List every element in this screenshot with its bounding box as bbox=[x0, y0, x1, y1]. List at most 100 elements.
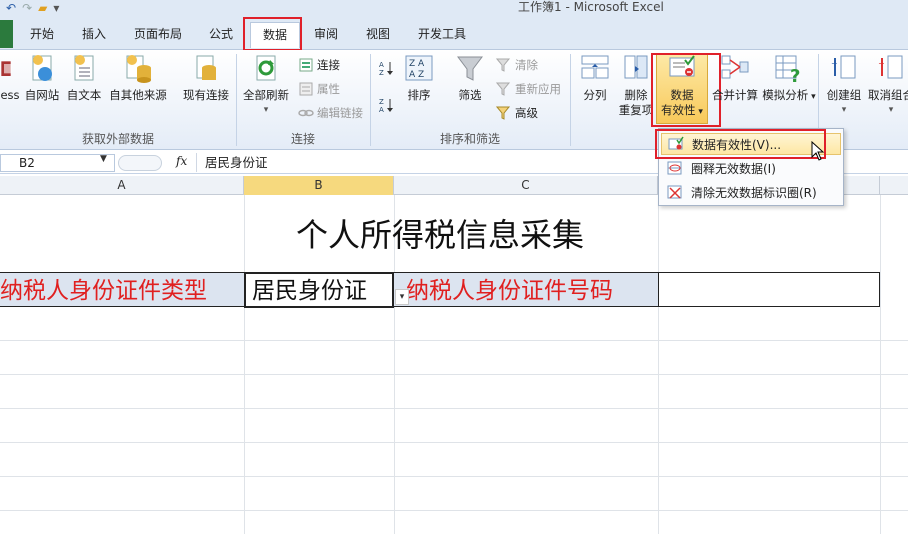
sort-label: 排序 bbox=[407, 88, 431, 102]
text-to-columns-button[interactable]: 分列 bbox=[576, 52, 614, 103]
tab-formulas[interactable]: 公式 bbox=[198, 22, 244, 48]
existing-connections-label: 现有连接 bbox=[183, 88, 229, 102]
grid-line bbox=[0, 510, 908, 511]
tab-developer[interactable]: 开发工具 bbox=[408, 22, 476, 48]
title-bar bbox=[0, 0, 908, 16]
consolidate-icon bbox=[721, 55, 749, 79]
group-label-connections: 连接 bbox=[290, 132, 315, 146]
access-button[interactable]: ess bbox=[0, 52, 20, 103]
grid-line bbox=[0, 408, 908, 409]
formula-input[interactable]: 居民身份证 bbox=[196, 153, 656, 172]
clear-funnel-icon bbox=[496, 58, 511, 72]
filter-label: 筛选 bbox=[458, 88, 482, 102]
file-tab[interactable] bbox=[0, 20, 13, 48]
column-header-b[interactable]: B bbox=[244, 176, 394, 195]
remove-duplicates-icon bbox=[624, 55, 648, 79]
insert-function-icon[interactable]: fx bbox=[176, 154, 187, 168]
sort-button[interactable]: Z AA Z 排序 bbox=[402, 52, 436, 103]
remove-dup-label-1: 删除 bbox=[624, 88, 648, 102]
existing-connections-button[interactable]: 现有连接 bbox=[178, 52, 234, 103]
connections-icon bbox=[299, 58, 313, 72]
what-if-label: 模拟分析 bbox=[762, 88, 809, 102]
consolidate-button[interactable]: 合并计算 bbox=[708, 52, 762, 103]
svg-text:?: ? bbox=[790, 66, 800, 84]
ungroup-dropdown-icon[interactable]: ▾ bbox=[866, 103, 908, 118]
quick-access-toolbar: ↶ ↷ ▰ ▾ bbox=[6, 0, 59, 16]
cell-b2-selected[interactable]: 居民身份证 bbox=[244, 272, 394, 308]
data-validity-button[interactable]: 数据 有效性 ▾ bbox=[656, 52, 708, 120]
menu-item-clear-validation-circles[interactable]: 清除无效数据标识圈(R) bbox=[661, 181, 841, 203]
group-dropdown-icon[interactable]: ▾ bbox=[822, 103, 866, 118]
cell-a2[interactable]: 纳税人身份证件类型 bbox=[0, 273, 244, 307]
group-separator bbox=[570, 54, 571, 146]
funnel-icon bbox=[457, 56, 483, 81]
mouse-cursor-icon bbox=[811, 141, 825, 161]
tab-view[interactable]: 视图 bbox=[356, 22, 400, 48]
existing-connections-icon bbox=[196, 55, 216, 80]
split-columns-icon bbox=[581, 55, 609, 79]
menu-item-label: 清除无效数据标识圈(R) bbox=[691, 185, 817, 200]
svg-text:Z: Z bbox=[379, 69, 384, 76]
validation-dropdown-arrow-icon[interactable]: ▾ bbox=[395, 289, 409, 305]
connections-label: 连接 bbox=[317, 58, 340, 72]
edit-links-label: 编辑链接 bbox=[317, 106, 363, 120]
cell-d2[interactable] bbox=[658, 272, 880, 307]
connections-button[interactable]: 连接 bbox=[298, 56, 340, 74]
tab-home[interactable]: 开始 bbox=[22, 22, 62, 48]
menu-item-label: 圈释无效数据(I) bbox=[691, 161, 776, 176]
column-header-c[interactable]: C bbox=[394, 176, 658, 195]
group-button[interactable]: + 创建组 ▾ bbox=[822, 52, 866, 118]
sort-ascending-button[interactable]: AZ bbox=[378, 60, 394, 76]
sort-descending-button[interactable]: ZA bbox=[378, 96, 394, 114]
cell-c2[interactable]: 纳税人身份证件号码 bbox=[394, 273, 658, 307]
undo-icon[interactable]: ↶ bbox=[6, 1, 16, 15]
circle-invalid-icon bbox=[667, 161, 682, 175]
group-rows-icon: + bbox=[831, 55, 856, 79]
data-validity-menu: 数据有效性(V)... 圈释无效数据(I) 清除无效数据标识圈(R) bbox=[658, 128, 844, 206]
refresh-dropdown-icon[interactable]: ▾ bbox=[240, 103, 292, 118]
clear-filter-button[interactable]: 清除 bbox=[496, 56, 538, 74]
access-label: ess bbox=[0, 88, 20, 102]
reapply-button[interactable]: 重新应用 bbox=[496, 80, 561, 98]
svg-text:−: − bbox=[878, 59, 885, 68]
from-web-button[interactable]: 自网站 bbox=[22, 52, 62, 103]
open-folder-icon[interactable]: ▰ bbox=[38, 1, 47, 15]
properties-button[interactable]: 属性 bbox=[298, 80, 340, 98]
edit-links-button[interactable]: 编辑链接 bbox=[298, 104, 363, 122]
column-header-a[interactable]: A bbox=[0, 176, 244, 195]
remove-duplicates-button[interactable]: 删除 重复项 bbox=[616, 52, 656, 118]
group-label-sort-filter: 排序和筛选 bbox=[439, 132, 500, 146]
svg-text:+: + bbox=[831, 59, 838, 68]
advanced-filter-button[interactable]: 高级 bbox=[496, 104, 538, 122]
tab-insert[interactable]: 插入 bbox=[72, 22, 116, 48]
text-file-icon bbox=[74, 55, 94, 81]
ungroup-button[interactable]: − 取消组合 ▾ bbox=[866, 52, 908, 118]
svg-text:Z: Z bbox=[379, 98, 384, 106]
sort-dialog-icon: Z AA Z bbox=[405, 55, 433, 81]
grid-line bbox=[0, 442, 908, 443]
data-validity-icon bbox=[669, 55, 695, 77]
group-label-get-external-data: 获取外部数据 bbox=[81, 132, 154, 146]
grid-line bbox=[880, 195, 881, 534]
svg-text:A Z: A Z bbox=[409, 70, 424, 80]
from-other-sources-button[interactable]: 自其他来源 bbox=[106, 52, 170, 103]
advanced-funnel-icon bbox=[496, 106, 511, 120]
customize-qat-icon[interactable]: ▾ bbox=[53, 1, 59, 15]
tab-page-layout[interactable]: 页面布局 bbox=[124, 22, 192, 48]
split-label: 分列 bbox=[583, 88, 607, 102]
remove-dup-label-2: 重复项 bbox=[618, 103, 654, 117]
what-if-analysis-button[interactable]: ? 模拟分析 ▾ bbox=[762, 52, 816, 105]
filter-button[interactable]: 筛选 bbox=[452, 52, 488, 103]
refresh-all-button[interactable]: 全部刷新 ▾ bbox=[240, 52, 292, 118]
sort-az-icon: AZ bbox=[379, 61, 393, 76]
from-text-button[interactable]: 自文本 bbox=[64, 52, 104, 103]
redo-icon[interactable]: ↷ bbox=[22, 1, 32, 15]
window-title: 工作簿1 - Microsoft Excel bbox=[518, 0, 664, 14]
name-box[interactable]: B2 bbox=[0, 154, 115, 172]
grid-line bbox=[0, 374, 908, 375]
formula-bar-resize-handle[interactable] bbox=[118, 155, 162, 171]
sheet-title-cell[interactable]: 个人所得税信息采集 bbox=[0, 210, 880, 256]
name-box-dropdown-icon[interactable]: ▼ bbox=[100, 154, 107, 164]
tab-data[interactable]: 数据 bbox=[250, 22, 300, 48]
tab-review[interactable]: 审阅 bbox=[304, 22, 348, 48]
